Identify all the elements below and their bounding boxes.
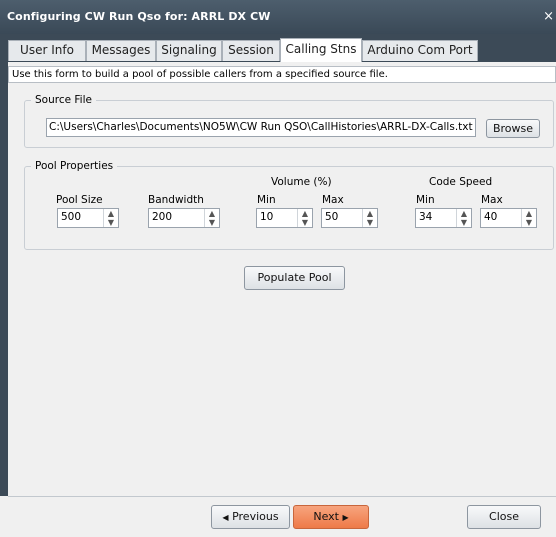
bandwidth-label: Bandwidth: [148, 194, 204, 206]
previous-arrow-icon: ◀: [222, 513, 229, 522]
spin-arrows-icon[interactable]: ▲ ▼: [521, 209, 536, 227]
populate-pool-button[interactable]: Populate Pool: [244, 266, 345, 290]
code-speed-label: Code Speed: [429, 176, 493, 188]
speed-min-value: 34: [419, 211, 433, 223]
source-file-path-input[interactable]: C:\Users\Charles\Documents\NO5W\CW Run Q…: [46, 118, 476, 137]
volume-max-spinbox[interactable]: 50 ▲ ▼: [321, 208, 378, 228]
speed-min-label: Min: [416, 194, 435, 206]
volume-min-spinbox[interactable]: 10 ▲ ▼: [256, 208, 313, 228]
tab-session[interactable]: Session: [222, 40, 280, 61]
close-button[interactable]: Close: [467, 505, 541, 529]
config-dialog: Configuring CW Run Qso for: ARRL DX CW ×…: [0, 0, 556, 537]
pool-properties-title: Pool Properties: [31, 160, 118, 172]
pool-size-label: Pool Size: [56, 194, 103, 206]
tab-bar: User Info Messages Signaling Session Cal…: [0, 34, 556, 62]
tab-arduino-com-port[interactable]: Arduino Com Port: [362, 40, 478, 61]
next-label: Next: [313, 510, 339, 523]
spin-arrows-icon[interactable]: ▲ ▼: [204, 209, 219, 227]
browse-button[interactable]: Browse: [486, 119, 540, 138]
source-file-title: Source File: [31, 94, 96, 106]
form-description: Use this form to build a pool of possibl…: [8, 66, 556, 83]
window-title: Configuring CW Run Qso for: ARRL DX CW: [7, 10, 271, 23]
speed-max-label: Max: [481, 194, 503, 206]
tab-user-info[interactable]: User Info: [8, 40, 86, 61]
volume-min-label: Min: [257, 194, 276, 206]
previous-button[interactable]: ◀ Previous: [211, 505, 290, 529]
spin-arrows-icon[interactable]: ▲ ▼: [297, 209, 312, 227]
previous-label: Previous: [232, 510, 279, 523]
tab-calling-stns[interactable]: Calling Stns: [280, 38, 362, 62]
close-window-icon[interactable]: ×: [543, 9, 554, 24]
tab-signaling[interactable]: Signaling: [156, 40, 222, 61]
speed-max-spinbox[interactable]: 40 ▲ ▼: [480, 208, 537, 228]
speed-min-spinbox[interactable]: 34 ▲ ▼: [415, 208, 472, 228]
window-frame-left: [0, 62, 8, 496]
pool-size-value: 500: [61, 211, 82, 223]
volume-label: Volume (%): [271, 176, 332, 188]
spin-arrows-icon[interactable]: ▲ ▼: [362, 209, 377, 227]
pool-size-spinbox[interactable]: 500 ▲ ▼: [57, 208, 119, 228]
tab-messages[interactable]: Messages: [86, 40, 156, 61]
spin-arrows-icon[interactable]: ▲ ▼: [103, 209, 118, 227]
volume-min-value: 10: [260, 211, 274, 223]
next-arrow-icon: ▶: [342, 513, 349, 522]
speed-max-value: 40: [484, 211, 498, 223]
spin-arrows-icon[interactable]: ▲ ▼: [456, 209, 471, 227]
volume-max-value: 50: [325, 211, 339, 223]
volume-max-label: Max: [322, 194, 344, 206]
title-bar: Configuring CW Run Qso for: ARRL DX CW ×: [0, 0, 556, 34]
bandwidth-value: 200: [152, 211, 173, 223]
bandwidth-spinbox[interactable]: 200 ▲ ▼: [148, 208, 220, 228]
next-button[interactable]: Next ▶: [293, 505, 369, 529]
